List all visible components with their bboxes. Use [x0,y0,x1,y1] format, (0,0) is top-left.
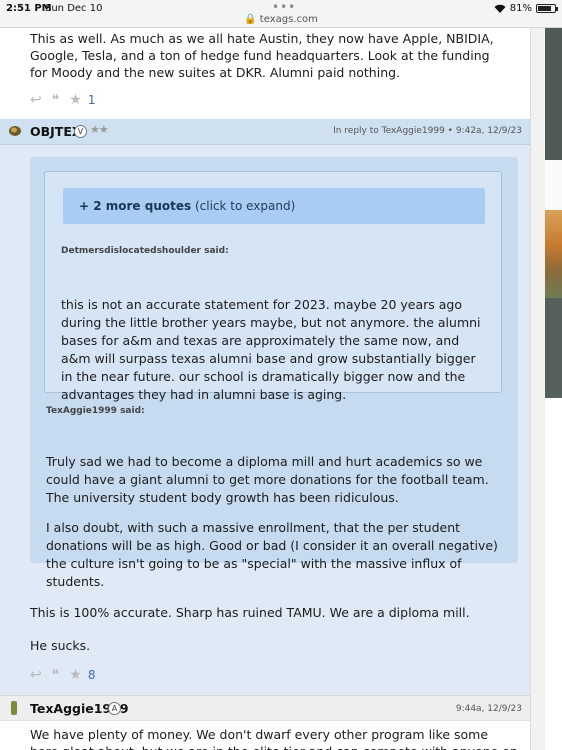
post-actions: ↩ ❝ ★ 1 [30,92,95,108]
battery-icon [536,4,558,13]
status-date: Sun Dec 10 [45,3,103,14]
post-header: TexAggie1999 A 9:44a, 12/9/23 [0,695,530,721]
background-panel [545,28,562,160]
outer-quote: + 2 more quotes (click to expand) Detmer… [30,157,518,589]
reply-line-2: He sucks. [30,638,91,653]
star-count[interactable]: 8 [88,668,96,682]
lock-icon: 🔒 [244,14,257,25]
status-right: 81% [494,3,558,14]
status-bar: 2:51 PM Sun Dec 10 ••• 🔒 texags.com 81% [0,0,562,28]
star-count[interactable]: 1 [88,93,96,107]
quote-icon[interactable]: ❝ [52,667,60,683]
star-icon[interactable]: ★ [69,667,82,683]
inner-quote-author[interactable]: Detmersdislocatedshoulder said: [61,246,229,256]
more-dots-icon[interactable]: ••• [272,0,296,14]
inner-quote-text: this is not an accurate statement for 20… [61,297,481,402]
post-actions: ↩ ❝ ★ 8 [30,667,95,683]
url-text: texags.com [259,14,318,25]
star-icon[interactable]: ★ [69,92,82,108]
post-objtex: OBJTEX V ★★ In reply to TexAggie1999 • 9… [0,119,530,695]
battery-percent: 81% [509,3,532,14]
quote-icon[interactable]: ❝ [52,92,60,108]
page-edge [530,28,545,750]
background-panel [545,298,562,398]
previous-post-text: This as well. As much as we all hate Aus… [30,31,494,80]
url-bar[interactable]: 🔒 texags.com [0,14,562,25]
outer-quote-para1: Truly sad we had to become a diploma mil… [46,454,489,505]
reply-meta[interactable]: In reply to TexAggie1999 • 9:42a, 12/9/2… [333,126,522,136]
post-header: OBJTEX V ★★ In reply to TexAggie1999 • 9… [0,119,530,145]
post-text: We have plenty of money. We don't dwarf … [30,727,518,750]
inner-quote: + 2 more quotes (click to expand) Detmer… [44,171,502,402]
avatar-icon[interactable] [11,701,17,715]
verified-badge: V [74,125,87,138]
background-image [545,210,562,298]
expand-quotes-button[interactable]: + 2 more quotes (click to expand) [63,188,485,224]
user-badge: A [108,702,121,715]
reply-line-1: This is 100% accurate. Sharp has ruined … [30,605,470,620]
outer-quote-para2: I also doubt, with such a massive enroll… [46,520,498,589]
rank-stars: ★★ [90,123,109,136]
background-panel [545,160,562,210]
wifi-icon [494,4,506,13]
outer-quote-author[interactable]: TexAggie1999 said: [46,406,145,416]
reply-icon[interactable]: ↩ [30,667,42,683]
avatar-icon[interactable] [8,125,22,137]
thread-content: This as well. As much as we all hate Aus… [0,28,530,750]
post-timestamp[interactable]: 9:44a, 12/9/23 [456,704,522,714]
reply-icon[interactable]: ↩ [30,92,42,108]
